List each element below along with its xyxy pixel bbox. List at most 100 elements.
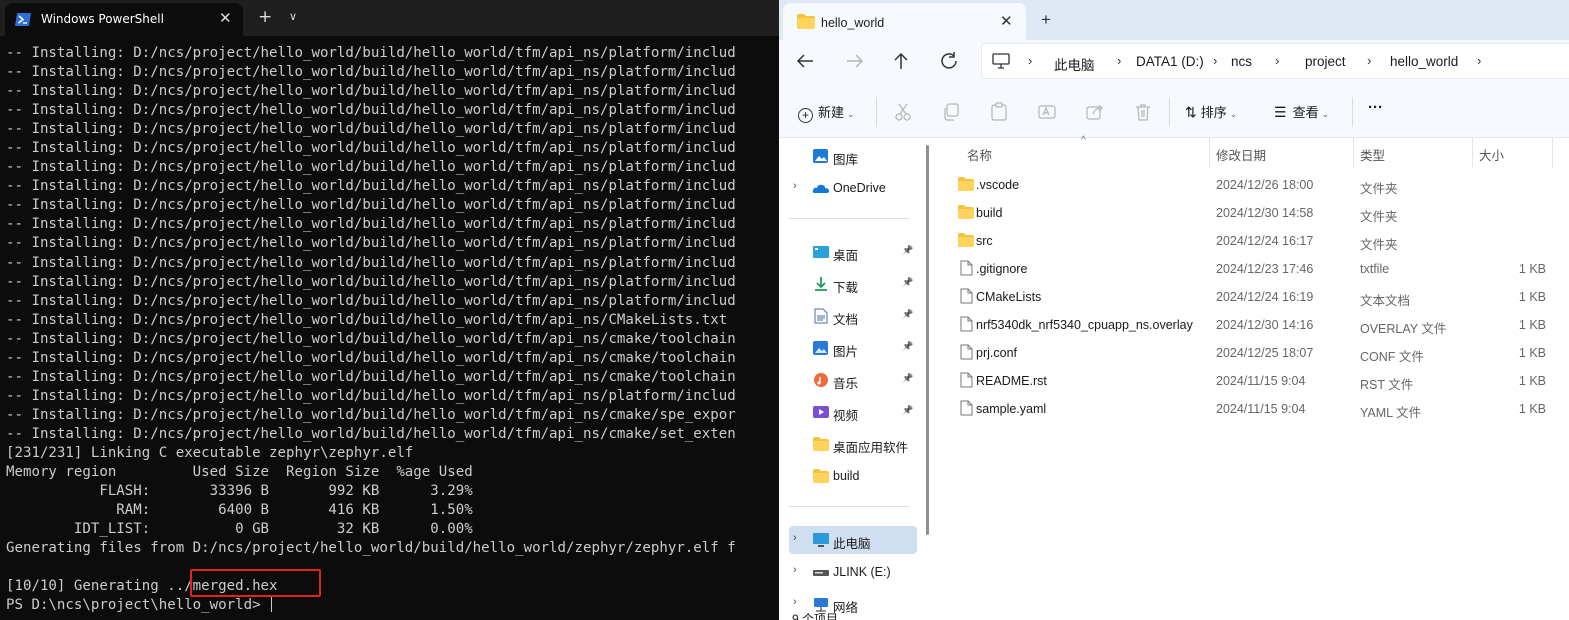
- sort-button[interactable]: ⇅ 排序 ⌄: [1185, 102, 1237, 122]
- nav-item[interactable]: 图库: [789, 142, 917, 170]
- powershell-window: Windows PowerShell ✕ + ∨ -- Installing: …: [0, 0, 779, 620]
- column-divider[interactable]: [1472, 138, 1473, 168]
- new-button[interactable]: + 新建 ⌄: [798, 102, 855, 123]
- file-row[interactable]: src 2024/12/24 16:17 文件夹: [934, 227, 1569, 255]
- column-header-type[interactable]: 类型: [1360, 145, 1385, 164]
- chevron-right-icon[interactable]: ›: [793, 596, 797, 608]
- nav-scrollbar[interactable]: [926, 145, 929, 535]
- terminal-line: -- Installing: D:/ncs/project/hello_worl…: [6, 197, 736, 214]
- nav-item[interactable]: build: [789, 462, 917, 490]
- terminal-line: -- Installing: D:/ncs/project/hello_worl…: [6, 102, 736, 119]
- nav-icon: [812, 436, 829, 452]
- prompt-text: PS D:\ncs\project\hello_world>: [6, 597, 270, 614]
- plus-icon[interactable]: +: [258, 7, 272, 27]
- share-icon[interactable]: [1085, 102, 1105, 122]
- forward-arrow-icon[interactable]: [843, 51, 865, 71]
- nav-icon: [812, 468, 829, 484]
- explorer-tab[interactable]: hello_world ✕: [783, 3, 1026, 40]
- paste-icon[interactable]: [989, 102, 1009, 122]
- chevron-right-icon: ›: [1275, 53, 1280, 68]
- desktop-icon: [813, 246, 829, 258]
- breadcrumb-item[interactable]: ncs: [1231, 54, 1252, 69]
- terminal-prompt[interactable]: PS D:\ncs\project\hello_world>: [6, 596, 779, 615]
- column-divider[interactable]: [1552, 138, 1553, 168]
- terminal-tab[interactable]: Windows PowerShell ✕: [5, 3, 243, 36]
- terminal-tab-bar: Windows PowerShell ✕ + ∨: [0, 0, 779, 36]
- folder-icon: [813, 437, 829, 451]
- column-header-date[interactable]: 修改日期: [1216, 145, 1266, 164]
- nav-item[interactable]: 桌面 📌: [789, 238, 917, 266]
- file-row[interactable]: .vscode 2024/12/26 18:00 文件夹: [934, 171, 1569, 199]
- folder-icon: [813, 469, 829, 483]
- close-icon[interactable]: ✕: [219, 9, 232, 27]
- file-row[interactable]: prj.conf 2024/12/25 18:07 CONF 文件 1 KB: [934, 339, 1569, 367]
- nav-item[interactable]: 图片 📌: [789, 334, 917, 362]
- up-arrow-icon[interactable]: [890, 51, 912, 71]
- chevron-down-icon[interactable]: ∨: [289, 9, 297, 25]
- cut-icon[interactable]: [893, 102, 913, 122]
- nav-item[interactable]: 下载 📌: [789, 270, 917, 298]
- nav-item[interactable]: › OneDrive: [789, 174, 917, 202]
- nav-item[interactable]: 桌面应用软件: [789, 430, 917, 458]
- pin-icon[interactable]: 📌: [902, 405, 913, 416]
- terminal-line: -- Installing: D:/ncs/project/hello_worl…: [6, 368, 736, 385]
- toolbar-divider: [876, 97, 877, 127]
- address-bar[interactable]: › 此电脑 › DATA1 (D:) › ncs › project › hel…: [981, 43, 1569, 79]
- breadcrumb-item[interactable]: project: [1305, 54, 1346, 69]
- nav-item-label: 桌面: [833, 249, 859, 263]
- nav-item[interactable]: › 此电脑: [789, 526, 917, 554]
- plus-icon[interactable]: +: [1041, 11, 1051, 29]
- file-row[interactable]: README.rst 2024/11/15 9:04 RST 文件 1 KB: [934, 367, 1569, 395]
- column-header-size[interactable]: 大小: [1479, 145, 1504, 164]
- nav-item-label: 文档: [833, 313, 859, 327]
- file-name: sample.yaml: [976, 402, 1047, 416]
- pin-icon[interactable]: 📌: [902, 373, 913, 384]
- refresh-icon[interactable]: [938, 51, 960, 71]
- close-icon[interactable]: ✕: [1000, 12, 1013, 30]
- copy-icon[interactable]: [941, 102, 961, 122]
- file-type: 文本文档: [1360, 294, 1411, 308]
- back-arrow-icon[interactable]: [795, 51, 817, 71]
- nav-item[interactable]: 文档 📌: [789, 302, 917, 330]
- file-row[interactable]: .gitignore 2024/12/23 17:46 txtfile 1 KB: [934, 255, 1569, 283]
- computer-icon: [992, 53, 1010, 69]
- column-divider[interactable]: [1353, 138, 1354, 168]
- pictures-icon: [813, 341, 828, 355]
- nav-item[interactable]: 音乐 📌: [789, 366, 917, 394]
- chevron-right-icon: ›: [1477, 53, 1482, 68]
- file-row[interactable]: CMakeLists 2024/12/24 16:19 文本文档 1 KB: [934, 283, 1569, 311]
- chevron-right-icon[interactable]: ›: [793, 180, 797, 192]
- file-row-icon: [957, 176, 975, 192]
- terminal-line: -- Installing: D:/ncs/project/hello_worl…: [6, 349, 736, 366]
- chevron-right-icon[interactable]: ›: [793, 532, 797, 544]
- file-size: 1 KB: [1518, 402, 1546, 416]
- nav-separator: [789, 218, 909, 219]
- terminal-output[interactable]: -- Installing: D:/ncs/project/hello_worl…: [6, 44, 779, 620]
- pin-icon[interactable]: 📌: [902, 341, 913, 352]
- nav-item[interactable]: › JLINK (E:): [789, 558, 917, 586]
- file-row[interactable]: build 2024/12/30 14:58 文件夹: [934, 199, 1569, 227]
- pin-icon[interactable]: 📌: [902, 245, 913, 256]
- chevron-down-icon: ⌄: [1229, 109, 1238, 119]
- rename-icon[interactable]: [1037, 102, 1057, 122]
- chevron-right-icon[interactable]: ›: [793, 564, 797, 576]
- column-divider[interactable]: [1209, 138, 1210, 168]
- more-options-icon[interactable]: ···: [1368, 99, 1383, 119]
- pin-icon[interactable]: 📌: [902, 277, 913, 288]
- file-icon: [960, 316, 973, 332]
- file-name: CMakeLists: [976, 290, 1042, 304]
- file-type: 文件夹: [1360, 210, 1398, 224]
- pin-icon[interactable]: 📌: [902, 309, 913, 320]
- breadcrumb-item[interactable]: 此电脑: [1054, 54, 1095, 74]
- column-header-name[interactable]: 名称: [967, 145, 992, 164]
- view-button[interactable]: ☰ 查看 ⌄: [1274, 102, 1329, 122]
- terminal-line: Generating files from D:/ncs/project/hel…: [6, 540, 736, 557]
- file-type: YAML 文件: [1360, 406, 1422, 420]
- terminal-line: -- Installing: D:/ncs/project/hello_worl…: [6, 216, 736, 233]
- file-row[interactable]: nrf5340dk_nrf5340_cpuapp_ns.overlay 2024/…: [934, 311, 1569, 339]
- file-row[interactable]: sample.yaml 2024/11/15 9:04 YAML 文件 1 KB: [934, 395, 1569, 423]
- delete-icon[interactable]: [1133, 102, 1153, 122]
- breadcrumb-item[interactable]: hello_world: [1390, 54, 1458, 69]
- breadcrumb-item[interactable]: DATA1 (D:): [1136, 54, 1204, 69]
- nav-item[interactable]: 视频 📌: [789, 398, 917, 426]
